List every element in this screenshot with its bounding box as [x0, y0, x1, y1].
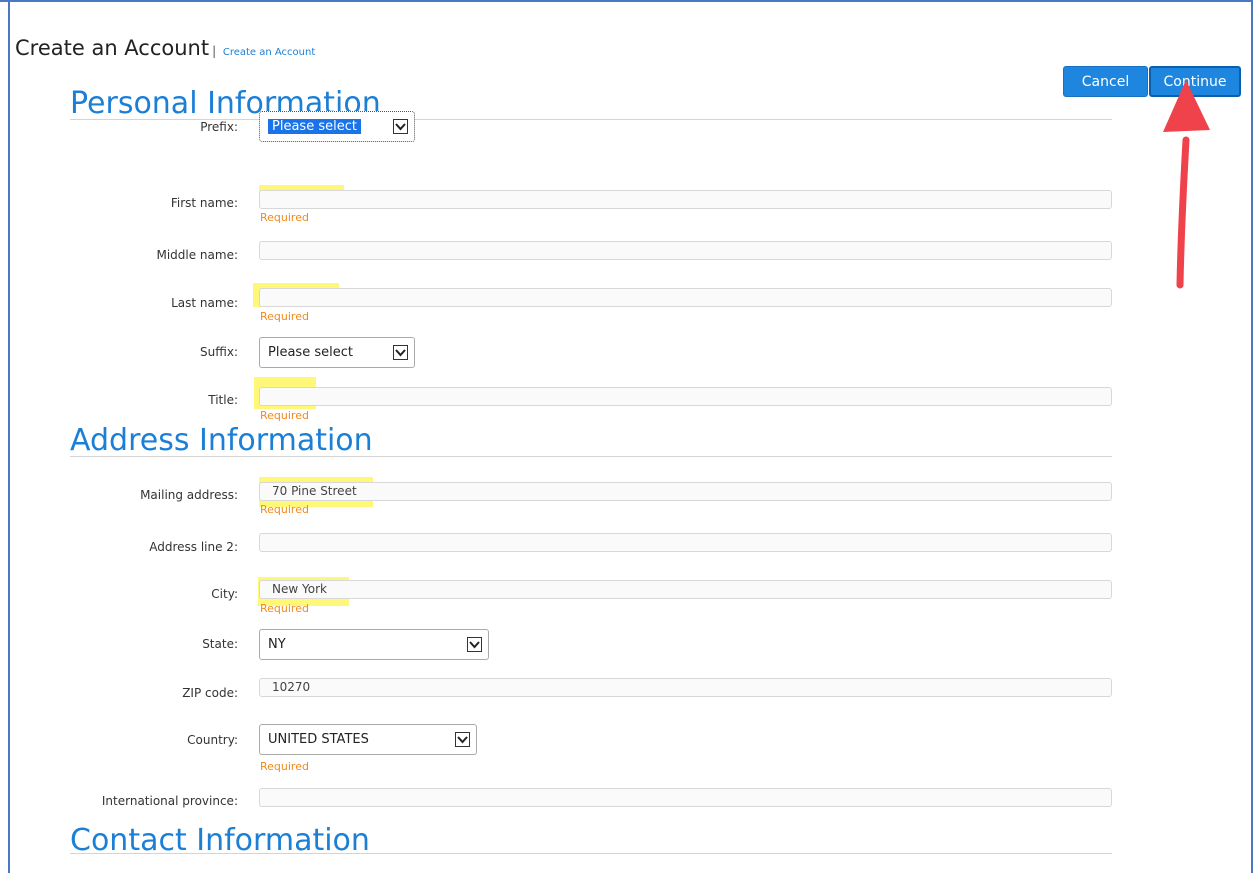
last-name-error: Required	[260, 310, 309, 323]
first-name-input[interactable]	[259, 190, 1112, 209]
mailing-address-label: Mailing address:	[140, 488, 238, 502]
prefix-value: Please select	[268, 119, 361, 134]
city-label: City:	[211, 587, 238, 601]
title-label: Title:	[208, 393, 238, 407]
chevron-down-icon[interactable]	[455, 732, 470, 747]
last-name-label: Last name:	[171, 296, 238, 310]
city-input[interactable]: New York	[259, 580, 1112, 599]
country-select[interactable]: UNITED STATES	[259, 724, 477, 755]
first-name-error: Required	[260, 211, 309, 224]
middle-name-label: Middle name:	[156, 248, 238, 262]
prefix-select[interactable]: Please select	[259, 111, 415, 142]
middle-name-input[interactable]	[259, 241, 1112, 260]
suffix-select[interactable]: Please select	[259, 337, 415, 368]
state-label: State:	[202, 637, 238, 651]
address-line-2-input[interactable]	[259, 533, 1112, 552]
city-error: Required	[260, 602, 309, 615]
international-province-input[interactable]	[259, 788, 1112, 807]
country-value: UNITED STATES	[268, 732, 369, 747]
zip-code-input[interactable]: 10270	[259, 678, 1112, 697]
chevron-down-icon[interactable]	[393, 119, 408, 134]
suffix-label: Suffix:	[200, 345, 238, 359]
window-frame-top	[0, 0, 1253, 2]
title-input[interactable]	[259, 387, 1112, 406]
section-address-information: Address Information	[70, 423, 373, 458]
page-title-text: Create an Account	[15, 36, 210, 60]
zip-code-label: ZIP code:	[182, 686, 238, 700]
chevron-down-icon[interactable]	[467, 637, 482, 652]
red-arrow-icon	[1163, 80, 1210, 289]
first-name-label: First name:	[170, 196, 238, 210]
mailing-address-input[interactable]: 70 Pine Street	[259, 482, 1112, 501]
section-divider	[70, 456, 1112, 457]
suffix-value: Please select	[268, 345, 353, 360]
breadcrumb[interactable]: Create an Account	[223, 47, 315, 58]
title-error: Required	[260, 409, 309, 422]
state-value: NY	[268, 637, 286, 652]
chevron-down-icon[interactable]	[393, 345, 408, 360]
title-separator: |	[212, 44, 217, 58]
section-divider	[70, 853, 1112, 854]
last-name-input[interactable]	[259, 288, 1112, 307]
country-error: Required	[260, 760, 309, 773]
state-select[interactable]: NY	[259, 629, 489, 660]
prefix-label: Prefix:	[200, 120, 238, 134]
cancel-button[interactable]: Cancel	[1063, 66, 1148, 97]
page-title: Create an Account | Create an Account	[15, 36, 315, 60]
address-line-2-label: Address line 2:	[149, 540, 238, 554]
mailing-address-error: Required	[260, 503, 309, 516]
international-province-label: International province:	[101, 794, 238, 808]
country-label: Country:	[187, 733, 238, 747]
